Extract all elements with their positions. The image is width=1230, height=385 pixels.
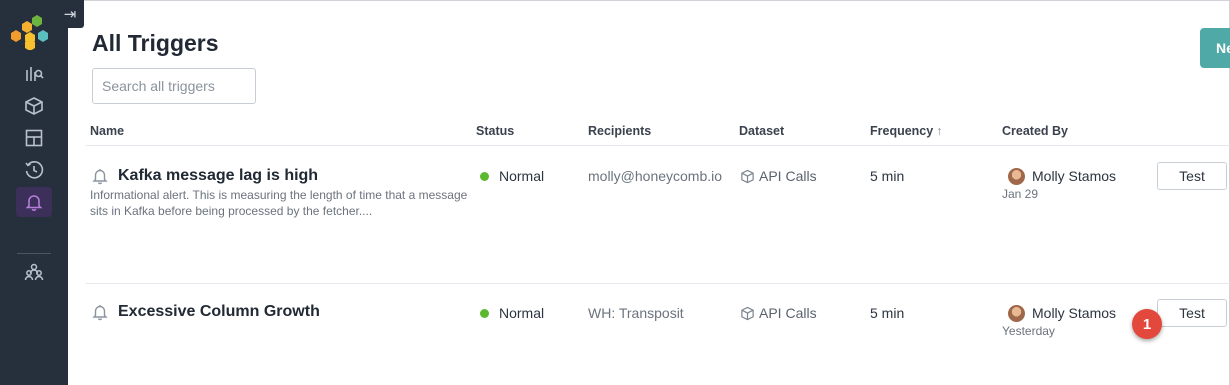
frequency-cell: 5 min <box>870 305 905 321</box>
frequency-cell: 5 min <box>870 168 905 184</box>
column-header-frequency[interactable]: Frequency ↑ <box>870 124 942 138</box>
trigger-description: Informational alert. This is measuring t… <box>90 188 468 218</box>
honeycomb-logo[interactable] <box>10 14 60 50</box>
collapse-right-icon[interactable]: ⇥ <box>56 0 84 28</box>
history-icon <box>25 161 44 179</box>
status-label: Normal <box>499 168 545 184</box>
avatar <box>1008 305 1025 322</box>
bell-icon <box>92 305 108 321</box>
sidebar-divider <box>17 253 51 254</box>
column-header-created-by[interactable]: Created By <box>1002 124 1068 138</box>
dataset-link[interactable]: API Calls <box>740 305 817 321</box>
board-icon <box>25 129 43 147</box>
dataset-icon <box>25 97 43 115</box>
dataset-label: API Calls <box>759 168 817 184</box>
bell-icon <box>92 169 108 185</box>
trigger-name-link[interactable]: Excessive Column Growth <box>118 303 320 321</box>
status-cell: Normal <box>480 305 544 321</box>
created-date: Jan 29 <box>1002 187 1039 201</box>
created-date: Yesterday <box>1002 324 1055 338</box>
status-cell: Normal <box>480 168 544 184</box>
test-button[interactable]: Test <box>1157 299 1227 327</box>
search-input[interactable] <box>92 68 256 104</box>
recipients-cell: molly@honeycomb.io <box>588 168 723 184</box>
new-trigger-button[interactable]: Ne <box>1200 28 1230 68</box>
column-header-frequency-label: Frequency <box>870 124 934 138</box>
dataset-icon <box>741 169 754 183</box>
dataset-link[interactable]: API Calls <box>740 168 817 184</box>
page-title: All Triggers <box>92 30 219 56</box>
avatar <box>1008 168 1025 185</box>
nav-triggers[interactable] <box>16 187 52 217</box>
recipients-cell: WH: Transposit <box>588 305 684 321</box>
dataset-icon <box>741 306 754 320</box>
status-dot-icon <box>480 308 489 318</box>
trigger-name-link[interactable]: Kafka message lag is high <box>118 167 318 185</box>
team-icon <box>24 263 44 281</box>
bell-icon <box>25 195 43 211</box>
header-divider <box>86 145 1230 146</box>
creator-name: Molly Stamos <box>1032 168 1117 184</box>
test-button[interactable]: Test <box>1157 162 1227 190</box>
nav-boards[interactable] <box>16 123 52 153</box>
nav-history[interactable] <box>16 155 52 185</box>
creator-name: Molly Stamos <box>1032 305 1117 321</box>
column-header-status[interactable]: Status <box>476 124 514 138</box>
sort-ascending-icon: ↑ <box>936 124 943 138</box>
callout-badge: 1 <box>1132 309 1162 339</box>
column-header-name[interactable]: Name <box>90 124 124 138</box>
nav-query[interactable] <box>16 59 52 89</box>
status-label: Normal <box>499 305 545 321</box>
dataset-label: API Calls <box>759 305 817 321</box>
nav-datasets[interactable] <box>16 91 52 121</box>
nav-team[interactable] <box>16 257 52 287</box>
frame-top-border <box>0 0 1230 1</box>
status-dot-icon <box>480 171 489 181</box>
row-divider <box>86 283 1230 284</box>
column-header-recipients[interactable]: Recipients <box>588 124 651 138</box>
query-icon <box>26 67 44 81</box>
column-header-dataset[interactable]: Dataset <box>739 124 784 138</box>
